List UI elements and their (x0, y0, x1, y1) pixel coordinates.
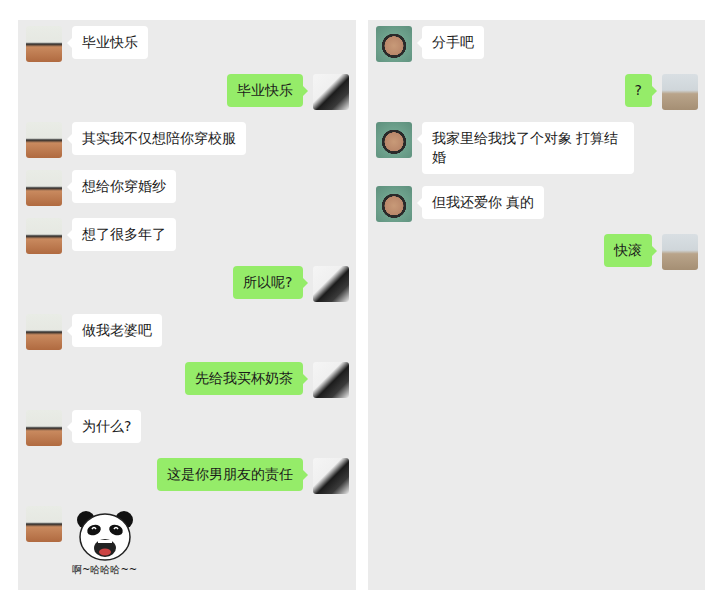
contact-avatar[interactable] (376, 122, 412, 158)
my-avatar[interactable] (313, 74, 349, 110)
panda-laugh-icon (74, 508, 136, 562)
message-row: 毕业快乐 (26, 74, 349, 110)
my-avatar[interactable] (313, 362, 349, 398)
contact-avatar[interactable] (26, 506, 62, 542)
message-row: 想了很多年了 (26, 218, 349, 254)
message-row: 做我老婆吧 (26, 314, 349, 350)
message-bubble[interactable]: 为什么? (72, 410, 141, 443)
message-row: 这是你男朋友的责任 (26, 458, 349, 494)
message-row: 我家里给我找了个对象 打算结婚 (376, 122, 699, 174)
contact-avatar[interactable] (26, 218, 62, 254)
message-row: 先给我买杯奶茶 (26, 362, 349, 398)
message-row: 啊~哈哈哈~~ (26, 506, 349, 576)
message-bubble[interactable]: 分手吧 (422, 26, 484, 59)
screenshot-pair: 毕业快乐毕业快乐其实我不仅想陪你穿校服想给你穿婚纱想了很多年了所以呢?做我老婆吧… (0, 0, 720, 610)
message-row: 分手吧 (376, 26, 699, 62)
contact-avatar[interactable] (26, 122, 62, 158)
message-bubble[interactable]: 这是你男朋友的责任 (157, 458, 303, 491)
chat-panel: 毕业快乐毕业快乐其实我不仅想陪你穿校服想给你穿婚纱想了很多年了所以呢?做我老婆吧… (18, 20, 356, 590)
contact-avatar[interactable] (376, 26, 412, 62)
contact-avatar[interactable] (26, 314, 62, 350)
my-avatar[interactable] (662, 234, 698, 270)
chat-panel: 分手吧? 我家里给我找了个对象 打算结婚但我还爱你 真的快滚 (368, 20, 706, 590)
contact-avatar[interactable] (26, 26, 62, 62)
message-row: 毕业快乐 (26, 26, 349, 62)
message-row: 但我还爱你 真的 (376, 186, 699, 222)
sticker[interactable]: 啊~哈哈哈~~ (72, 508, 137, 576)
sticker-caption: 啊~哈哈哈~~ (72, 564, 137, 576)
message-bubble[interactable]: 想了很多年了 (72, 218, 176, 251)
message-bubble[interactable]: 毕业快乐 (227, 74, 303, 107)
message-bubble[interactable]: 想给你穿婚纱 (72, 170, 176, 203)
message-row: 想给你穿婚纱 (26, 170, 349, 206)
message-bubble[interactable]: 其实我不仅想陪你穿校服 (72, 122, 246, 155)
message-row: 快滚 (376, 234, 699, 270)
contact-avatar[interactable] (376, 186, 412, 222)
message-bubble[interactable]: 但我还爱你 真的 (422, 186, 544, 219)
message-bubble[interactable]: 先给我买杯奶茶 (185, 362, 303, 395)
message-bubble[interactable]: 做我老婆吧 (72, 314, 162, 347)
message-row: 为什么? (26, 410, 349, 446)
contact-avatar[interactable] (26, 170, 62, 206)
message-bubble[interactable]: 我家里给我找了个对象 打算结婚 (422, 122, 634, 174)
message-bubble[interactable]: 快滚 (604, 234, 652, 267)
message-row: 其实我不仅想陪你穿校服 (26, 122, 349, 158)
message-bubble[interactable]: 所以呢? (233, 266, 302, 299)
my-avatar[interactable] (313, 266, 349, 302)
my-avatar[interactable] (662, 74, 698, 110)
message-bubble[interactable]: ? (625, 74, 652, 107)
message-row: ? (376, 74, 699, 110)
my-avatar[interactable] (313, 458, 349, 494)
message-bubble[interactable]: 毕业快乐 (72, 26, 148, 59)
message-row: 所以呢? (26, 266, 349, 302)
contact-avatar[interactable] (26, 410, 62, 446)
